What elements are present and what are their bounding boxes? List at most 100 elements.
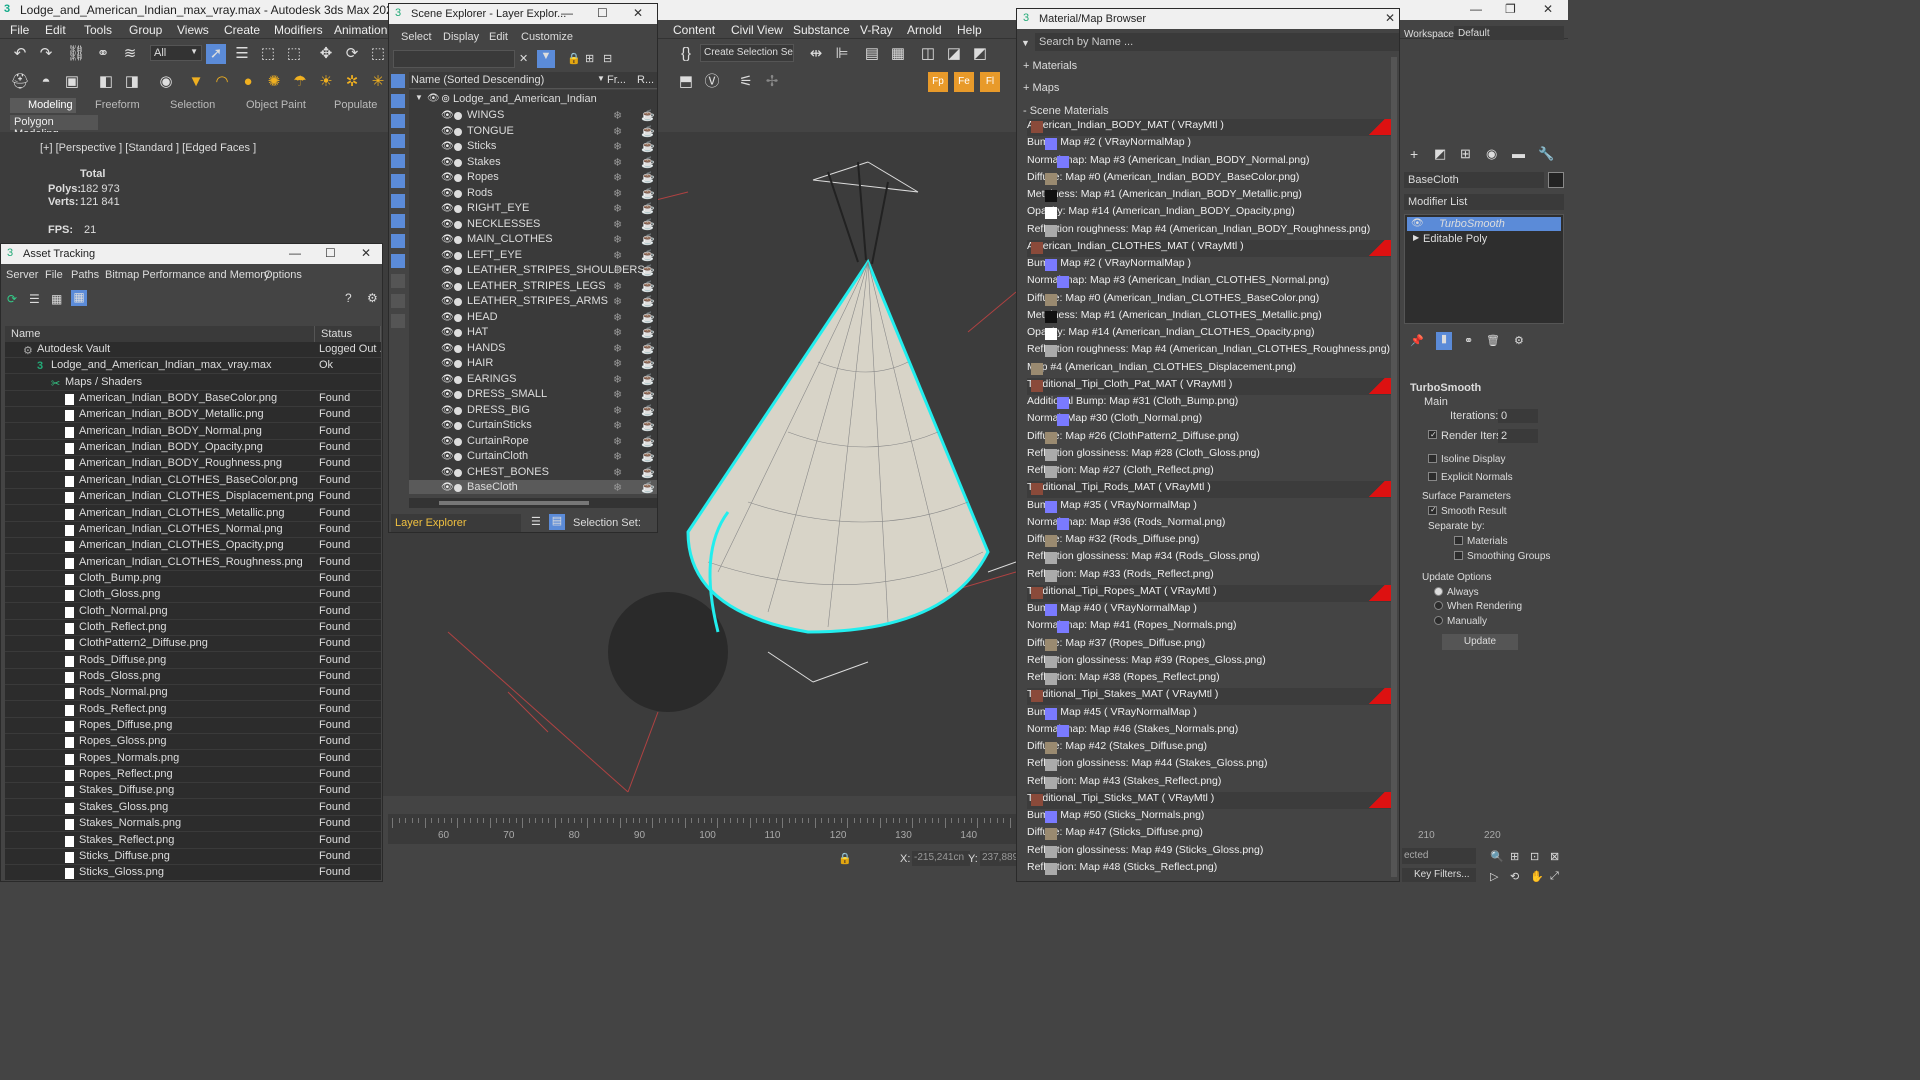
material-item[interactable]: Traditional_Tipi_Sticks_MAT ( VRayMtl )	[1027, 791, 1397, 809]
scene-explorer-icon[interactable]: ▤	[862, 44, 882, 64]
zoom-extents-icon[interactable]: ⊡	[1530, 850, 1539, 863]
render-teapot-icon[interactable]: ☕	[641, 373, 655, 386]
undo-icon[interactable]: ↶	[10, 44, 30, 64]
layer-item[interactable]: 👁 LEATHER_STRIPES_ARMS ❄ ☕	[409, 294, 657, 310]
minimize-icon[interactable]: —	[1470, 2, 1482, 16]
material-item[interactable]: Traditional_Tipi_Rods_MAT ( VRayMtl )	[1027, 481, 1397, 499]
render-frame-icon[interactable]: ▣	[62, 72, 82, 92]
layer-item[interactable]: 👁 LEFT_EYE ❄ ☕	[409, 248, 657, 264]
map-item[interactable]: Reflection glossiness: Map #44 (Stakes_G…	[1027, 757, 1397, 774]
select-by-name-icon[interactable]: ☰	[232, 44, 252, 64]
render-setup-icon[interactable]: ◓	[36, 72, 56, 92]
freeze-icon[interactable]: ❄	[613, 404, 622, 417]
col-header-name[interactable]: Name	[5, 326, 315, 342]
pin-stack-icon[interactable]: 📌	[1410, 334, 1424, 347]
asset-row[interactable]: Cloth_Bump.png Found	[5, 571, 381, 587]
map-item[interactable]: Metalness: Map #1 (American_Indian_BODY_…	[1027, 188, 1397, 205]
layer-item[interactable]: 👁 WINGS ❄ ☕	[409, 108, 657, 124]
create-tab-icon[interactable]: +	[1410, 146, 1418, 162]
render-iters-toggle[interactable]: Render Iters:	[1428, 430, 1505, 442]
asset-row[interactable]: ClothPattern2_Diffuse.png Found	[5, 636, 381, 653]
freeze-icon[interactable]: ❄	[613, 218, 622, 231]
eye-icon[interactable]: 👁	[441, 389, 454, 400]
layer-item[interactable]: 👁 Stakes ❄ ☕	[409, 155, 657, 171]
menu-tools[interactable]: Tools	[84, 23, 112, 37]
freeze-icon[interactable]: ❄	[613, 249, 622, 262]
close-icon[interactable]: ✕	[1543, 2, 1553, 16]
map-item[interactable]: Bump: Map #2 ( VRayNormalMap )	[1027, 136, 1397, 153]
map-item[interactable]: Reflection: Map #43 (Stakes_Reflect.png)	[1027, 775, 1397, 792]
stack-item-turbosmooth[interactable]: 👁 TurboSmooth	[1407, 217, 1561, 231]
eye-icon[interactable]: 👁	[441, 157, 454, 168]
asset-row[interactable]: Ropes_Reflect.png Found	[5, 767, 381, 784]
play-icon[interactable]: ▷	[1490, 870, 1498, 883]
map-item[interactable]: Additional Bump: Map #31 (Cloth_Bump.png…	[1027, 395, 1397, 412]
display-tab-icon[interactable]: ▬	[1512, 146, 1525, 161]
map-item[interactable]: Normal map: Map #3 (American_Indian_CLOT…	[1027, 274, 1397, 291]
explicit-normals-checkbox[interactable]: Explicit Normals	[1428, 472, 1513, 483]
eye-icon[interactable]: 👁	[441, 296, 454, 307]
utilities-tab-icon[interactable]: 🔧	[1538, 146, 1554, 162]
se-col-render[interactable]: R...	[637, 74, 654, 86]
freeze-icon[interactable]: ❄	[613, 481, 622, 494]
display-all-icon[interactable]	[391, 74, 405, 88]
group-maps[interactable]: + Maps	[1023, 82, 1059, 94]
asset-row[interactable]: Stakes_Diffuse.png Found	[5, 783, 381, 800]
at-menu-options[interactable]: Options	[264, 269, 302, 281]
asset-row[interactable]: ✂ Maps / Shaders	[5, 375, 381, 391]
freeze-icon[interactable]: ❄	[613, 187, 622, 200]
minimize-icon[interactable]: —	[561, 6, 573, 20]
menu-create[interactable]: Create	[224, 23, 260, 37]
layer-item[interactable]: 👁 HAIR ❄ ☕	[409, 356, 657, 372]
render-iters-spinner[interactable]: 2	[1498, 429, 1538, 443]
asset-tracking-titlebar[interactable]: 3 Asset Tracking — ☐ ✕	[1, 244, 382, 264]
smooth-result-checkbox[interactable]: Smooth Result	[1428, 506, 1507, 517]
layer-item[interactable]: 👁 CurtainSticks ❄ ☕	[409, 418, 657, 434]
grid-view-icon[interactable]: ▦	[71, 290, 87, 306]
close-icon[interactable]: ✕	[633, 6, 643, 20]
asset-row[interactable]: American_Indian_BODY_Normal.png Found	[5, 424, 381, 440]
freeze-icon[interactable]: ❄	[613, 233, 622, 246]
render-teapot-icon[interactable]: ☕	[641, 140, 655, 153]
hierarchy-icon[interactable]: ⊞	[585, 52, 594, 65]
restore-icon[interactable]: ❐	[1505, 2, 1516, 16]
frozen-icon[interactable]	[391, 294, 405, 308]
remove-modifier-icon[interactable]: 🗑	[1486, 334, 1500, 347]
geometry-icon[interactable]	[391, 94, 405, 108]
create-selection-set-dropdown[interactable]: Create Selection Se	[700, 44, 794, 62]
se-search-input[interactable]	[393, 50, 515, 68]
render-teapot-icon[interactable]: ☕	[641, 264, 655, 277]
tab-object-paint[interactable]: Object Paint	[246, 99, 306, 111]
render-teapot-icon[interactable]: ☕	[641, 171, 655, 184]
freeze-icon[interactable]: ❄	[613, 156, 622, 169]
render-teapot-icon[interactable]: ☕	[641, 187, 655, 200]
redo-icon[interactable]: ↷	[36, 44, 56, 64]
se-menu-edit[interactable]: Edit	[489, 31, 508, 43]
asset-row[interactable]: Rods_Gloss.png Found	[5, 669, 381, 685]
manually-radio[interactable]: Manually	[1434, 616, 1487, 627]
freeze-icon[interactable]: ❄	[613, 342, 622, 355]
polygon-modeling-button[interactable]: Polygon Modeling	[10, 115, 98, 140]
layer-item[interactable]: 👁 LEATHER_STRIPES_LEGS ❄ ☕	[409, 279, 657, 295]
when-rendering-radio[interactable]: When Rendering	[1434, 601, 1522, 612]
layer-item[interactable]: 👁 EARINGS ❄ ☕	[409, 372, 657, 388]
key-filters-button[interactable]: Key Filters...	[1402, 868, 1476, 882]
asset-row[interactable]: American_Indian_CLOTHES_Displacement.png…	[5, 489, 381, 506]
lock-icon[interactable]: 🔒	[838, 852, 852, 865]
freeze-icon[interactable]: ❄	[613, 326, 622, 339]
freeze-icon[interactable]: ❄	[613, 202, 622, 215]
at-menu-paths[interactable]: Paths	[71, 269, 99, 281]
render-production-icon[interactable]: ◨	[122, 72, 142, 92]
tab-freeform[interactable]: Freeform	[95, 99, 140, 111]
window-crossing-icon[interactable]: ⬚	[284, 44, 304, 64]
viewport-label[interactable]: [+] [Perspective ] [Standard ] [Edged Fa…	[40, 142, 256, 154]
vray-light-2-icon[interactable]: ✳	[368, 72, 388, 92]
layer-item[interactable]: 👁 TONGUE ❄ ☕	[409, 124, 657, 140]
asset-row[interactable]: Sticks_Diffuse.png Found	[5, 849, 381, 865]
at-menu-file[interactable]: File	[45, 269, 63, 281]
se-col-name[interactable]: Name (Sorted Descending)	[411, 74, 544, 86]
eye-icon[interactable]: 👁	[441, 203, 454, 214]
vray-dome-icon[interactable]: ◠	[212, 72, 232, 92]
material-search-input[interactable]: Search by Name ...	[1035, 33, 1399, 51]
render-teapot-icon[interactable]: ☕	[641, 233, 655, 246]
